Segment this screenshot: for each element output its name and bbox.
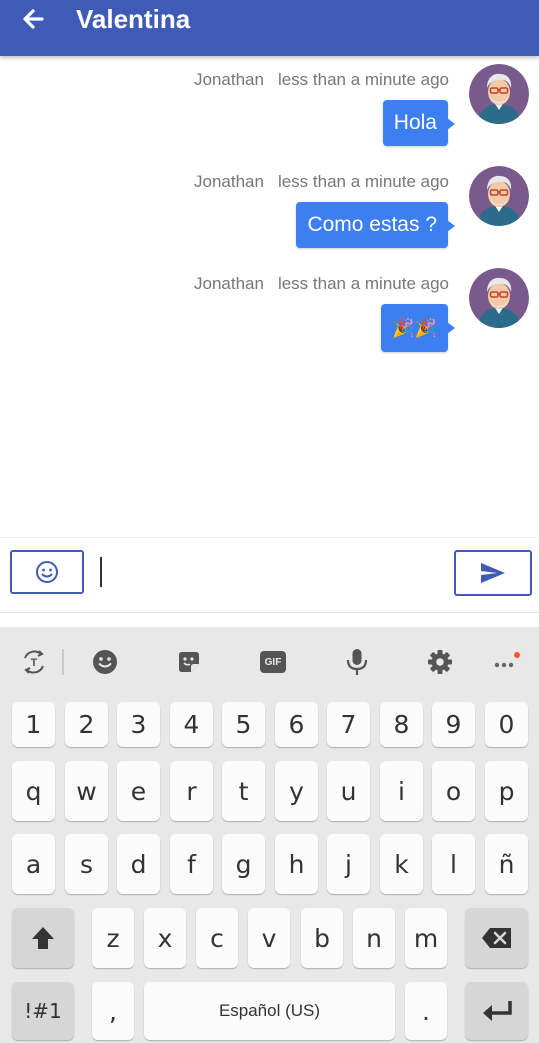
message-item: Jonathan less than a minute ago 🎉🎉 <box>0 260 539 360</box>
key-3[interactable]: 3 <box>117 702 160 747</box>
key-7[interactable]: 7 <box>327 702 370 747</box>
avatar[interactable] <box>469 64 529 124</box>
space-key[interactable]: Español (US) <box>144 982 395 1040</box>
key-0[interactable]: 0 <box>485 702 528 747</box>
enter-key[interactable] <box>465 982 528 1040</box>
key-t[interactable]: t <box>222 761 265 821</box>
key-2[interactable]: 2 <box>65 702 108 747</box>
send-icon <box>481 563 505 583</box>
sender-name: Jonathan <box>193 70 264 89</box>
emoji-button[interactable] <box>10 550 84 594</box>
message-composer <box>0 537 539 613</box>
key-n-tilde[interactable]: ñ <box>485 834 528 894</box>
key-h[interactable]: h <box>275 834 318 894</box>
message-bubble[interactable]: Hola <box>382 100 456 146</box>
key-i[interactable]: i <box>380 761 423 821</box>
key-b[interactable]: b <box>301 908 343 968</box>
emoji-icon[interactable] <box>88 645 122 679</box>
microphone-icon[interactable] <box>340 645 374 679</box>
key-a[interactable]: a <box>12 834 55 894</box>
sticker-icon[interactable] <box>172 645 206 679</box>
svg-text:T: T <box>31 657 38 669</box>
app-bar: Valentina <box>0 0 539 56</box>
avatar[interactable] <box>469 166 529 226</box>
message-meta: Jonathan less than a minute ago <box>194 172 449 192</box>
smiley-icon <box>36 561 58 583</box>
key-d[interactable]: d <box>117 834 160 894</box>
avatar[interactable] <box>469 268 529 328</box>
key-x[interactable]: x <box>144 908 186 968</box>
key-v[interactable]: v <box>248 908 290 968</box>
message-meta: Jonathan less than a minute ago <box>194 274 449 294</box>
message-meta: Jonathan less than a minute ago <box>194 70 449 90</box>
key-y[interactable]: y <box>275 761 318 821</box>
shift-icon <box>32 927 54 949</box>
backspace-key[interactable] <box>465 908 528 968</box>
gif-label: GIF <box>260 651 286 673</box>
key-z[interactable]: z <box>92 908 134 968</box>
period-key[interactable]: . <box>405 982 447 1040</box>
key-5[interactable]: 5 <box>222 702 265 747</box>
sender-name: Jonathan <box>193 274 264 293</box>
message-input[interactable] <box>104 554 448 592</box>
backspace-icon <box>481 928 511 948</box>
enter-icon <box>482 1001 512 1021</box>
key-w[interactable]: w <box>65 761 108 821</box>
gif-icon[interactable]: GIF <box>256 645 290 679</box>
avatar-image <box>469 64 529 124</box>
message-time: less than a minute ago <box>277 70 449 89</box>
chat-title: Valentina <box>76 4 191 34</box>
key-j[interactable]: j <box>327 834 370 894</box>
message-bubble[interactable]: Como estas ? <box>296 202 455 248</box>
key-9[interactable]: 9 <box>432 702 475 747</box>
translate-icon[interactable]: T <box>17 645 51 679</box>
avatar-image <box>469 166 529 226</box>
send-button[interactable] <box>454 550 532 596</box>
arrow-left-icon <box>23 9 44 29</box>
toolbar-divider <box>62 649 64 675</box>
keyboard-toolbar: T GIF <box>0 627 539 695</box>
sender-name: Jonathan <box>193 172 264 191</box>
message-bubble[interactable]: 🎉🎉 <box>381 304 455 352</box>
message-item: Jonathan less than a minute ago Como esta… <box>0 158 539 258</box>
message-time: less than a minute ago <box>277 274 449 293</box>
key-q[interactable]: q <box>12 761 55 821</box>
key-m[interactable]: m <box>405 908 447 968</box>
key-s[interactable]: s <box>65 834 108 894</box>
message-item: Jonathan less than a minute ago Hola <box>0 56 539 156</box>
key-f[interactable]: f <box>170 834 213 894</box>
key-p[interactable]: p <box>485 761 528 821</box>
key-6[interactable]: 6 <box>275 702 318 747</box>
key-8[interactable]: 8 <box>380 702 423 747</box>
shift-key[interactable] <box>12 908 74 968</box>
key-r[interactable]: r <box>170 761 213 821</box>
key-n[interactable]: n <box>353 908 395 968</box>
soft-keyboard: T GIF 1 2 3 4 5 6 7 8 9 0 q w e r t y u … <box>0 627 539 1043</box>
message-time: less than a minute ago <box>277 172 449 191</box>
key-u[interactable]: u <box>327 761 370 821</box>
avatar-image <box>469 268 529 328</box>
comma-key[interactable]: , <box>92 982 134 1040</box>
text-cursor <box>100 557 102 587</box>
key-1[interactable]: 1 <box>12 702 55 747</box>
key-c[interactable]: c <box>196 908 238 968</box>
settings-icon[interactable] <box>423 645 457 679</box>
key-l[interactable]: l <box>432 834 475 894</box>
more-icon[interactable] <box>489 645 523 679</box>
back-button[interactable] <box>16 4 50 34</box>
message-list[interactable]: Jonathan less than a minute ago Hola Jona… <box>0 56 539 536</box>
key-k[interactable]: k <box>380 834 423 894</box>
key-o[interactable]: o <box>432 761 475 821</box>
key-g[interactable]: g <box>222 834 265 894</box>
key-4[interactable]: 4 <box>170 702 213 747</box>
symbols-key[interactable]: !#1 <box>12 982 74 1040</box>
key-e[interactable]: e <box>117 761 160 821</box>
